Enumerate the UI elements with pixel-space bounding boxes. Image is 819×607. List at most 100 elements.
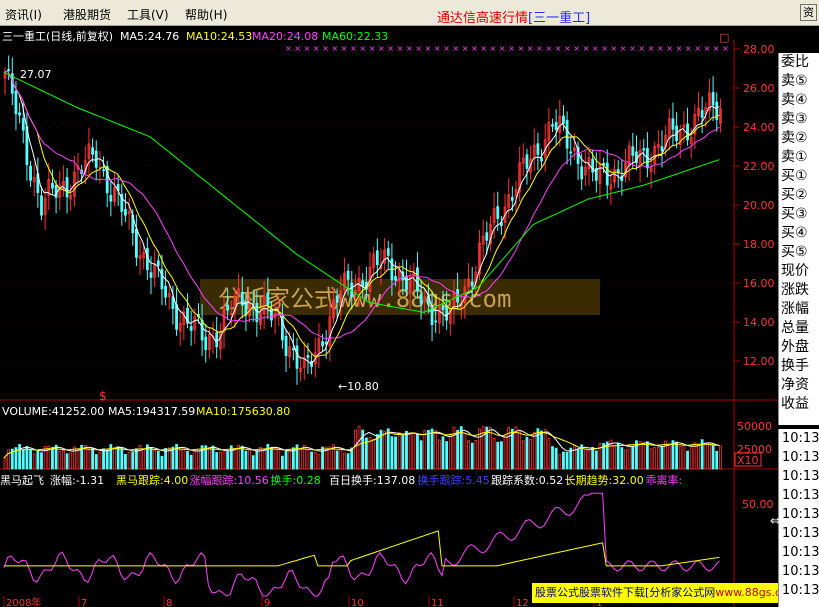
volume-bar [638, 441, 642, 470]
volume-bar [598, 442, 602, 470]
candle-body [711, 92, 715, 106]
date-tick-label: 12 [516, 598, 529, 607]
candle-body [7, 69, 11, 71]
volume-bar [113, 446, 116, 470]
info-window-button[interactable]: 资 [800, 4, 817, 21]
volume-bar [207, 447, 211, 470]
volume-bar [3, 457, 7, 470]
volume-bar [218, 451, 222, 470]
volume-bar [664, 440, 668, 470]
candle-body [565, 120, 569, 149]
candle-body [394, 276, 397, 281]
candle-body [291, 348, 295, 351]
trade-time: 10:13 [782, 526, 819, 541]
volume-bar [689, 445, 693, 470]
volume-bar [521, 440, 525, 470]
high-price-label: 27.07 [20, 68, 52, 81]
volume-bar [448, 433, 452, 470]
menu-info[interactable]: 资讯(I) [5, 6, 42, 23]
price-tick-label: 22.00 [743, 160, 775, 173]
menu-hk-futures[interactable]: 港股期货 [63, 6, 111, 23]
signal-x-mark: × [294, 44, 301, 53]
signal-x-mark: × [415, 44, 422, 53]
trade-time: 10:13 [782, 469, 819, 484]
corner-box-icon[interactable]: □ [719, 31, 729, 44]
candle-body [14, 90, 18, 115]
candle-body [591, 158, 595, 173]
candle-body [200, 320, 204, 341]
sidebar-item: 买⑤ [781, 244, 808, 260]
volume-bar [51, 447, 54, 470]
volume-bar [426, 429, 430, 470]
volume-bar [496, 441, 500, 470]
footer-ad[interactable]: 股票公式股票软件下载[分析家公式网www.88gs.com] [532, 583, 778, 603]
volume-bar [390, 436, 394, 470]
price-tick-label: 26.00 [743, 82, 775, 95]
volume-bar [40, 452, 43, 470]
sidebar-item: 卖④ [781, 92, 808, 108]
indicator-track-line [3, 492, 720, 597]
sidebar-item: 总量 [781, 320, 809, 336]
volume-bar [624, 449, 627, 470]
signal-x-mark: × [285, 44, 292, 53]
volume-bar [91, 447, 94, 470]
signal-x-mark: × [545, 44, 552, 53]
signal-x-mark: × [564, 44, 571, 53]
volume-bar [551, 446, 554, 470]
candle-body [215, 332, 219, 348]
volume-bar [372, 438, 376, 470]
signal-x-mark: × [573, 44, 580, 53]
volume-bar [441, 436, 445, 470]
volume-bar [697, 443, 700, 470]
trade-time: 10:13 [782, 545, 819, 560]
volume-bar [525, 436, 529, 470]
volume-bar [576, 448, 580, 470]
date-tick-label: 2008年 [6, 596, 41, 607]
volume-bar [594, 450, 598, 470]
trade-time: 10:13 [782, 583, 819, 598]
trade-time-list: 10:13 10:13 10:13 10:13 10:13 10:13 10:13 10:13… [778, 429, 819, 607]
candle-body [375, 250, 379, 266]
candle-body [700, 110, 704, 118]
volume-bar [134, 448, 138, 470]
volume-bar [671, 440, 675, 470]
volume-bar [102, 448, 105, 470]
candle-body [160, 268, 164, 290]
date-tick-label: 8 [166, 598, 172, 607]
signal-x-mark: × [685, 44, 692, 53]
volume-bar [72, 446, 76, 470]
volume-bar [715, 451, 719, 470]
menu-help[interactable]: 帮助(H) [185, 6, 227, 23]
resize-handle-icon[interactable]: ⇔ [770, 514, 781, 529]
sidebar-item: 委比 [781, 54, 809, 70]
menu-tools[interactable]: 工具(V) [127, 6, 169, 23]
kline-chart[interactable]: 分析家公式www.88gs.com × × × × × × × × × × × × × × × × × × × × × ×… [0, 26, 819, 607]
quote-sidebar: 委比 卖⑤ 卖④ 卖③ 卖② 卖① 买① 买② 买③ 买④ 买⑤ 现价 涨跌 涨幅 总量 外盘 换手 净资 收益 [778, 53, 819, 425]
indicator-field: 跟踪系数:0.52 [491, 473, 563, 487]
volume-bar [499, 441, 503, 470]
sidebar-item: 买③ [781, 206, 808, 222]
volume-bar [375, 434, 379, 470]
volume-bar [178, 449, 182, 470]
candle-body [164, 285, 168, 298]
candles-group [3, 55, 722, 385]
volume-bar [383, 430, 387, 470]
sidebar-item: 买④ [781, 225, 808, 241]
candle-body [445, 305, 449, 321]
signal-x-mark: × [601, 44, 608, 53]
signal-x-mark: × [369, 44, 376, 53]
signal-x-mark: × [480, 44, 487, 53]
volume-bar [708, 442, 711, 470]
volume-bar [310, 451, 314, 470]
price-legend-ma10: MA10:24.53 [186, 30, 252, 43]
signal-x-mark: × [620, 44, 627, 53]
volume-bar [116, 446, 120, 470]
signal-x-mark: × [629, 44, 636, 53]
volume-bar [65, 453, 69, 470]
candle-body [102, 169, 105, 172]
candle-body [156, 260, 160, 266]
volume-bar [251, 455, 255, 470]
volume-bar [98, 451, 102, 470]
candle-body [65, 177, 69, 198]
candle-body [569, 151, 573, 154]
